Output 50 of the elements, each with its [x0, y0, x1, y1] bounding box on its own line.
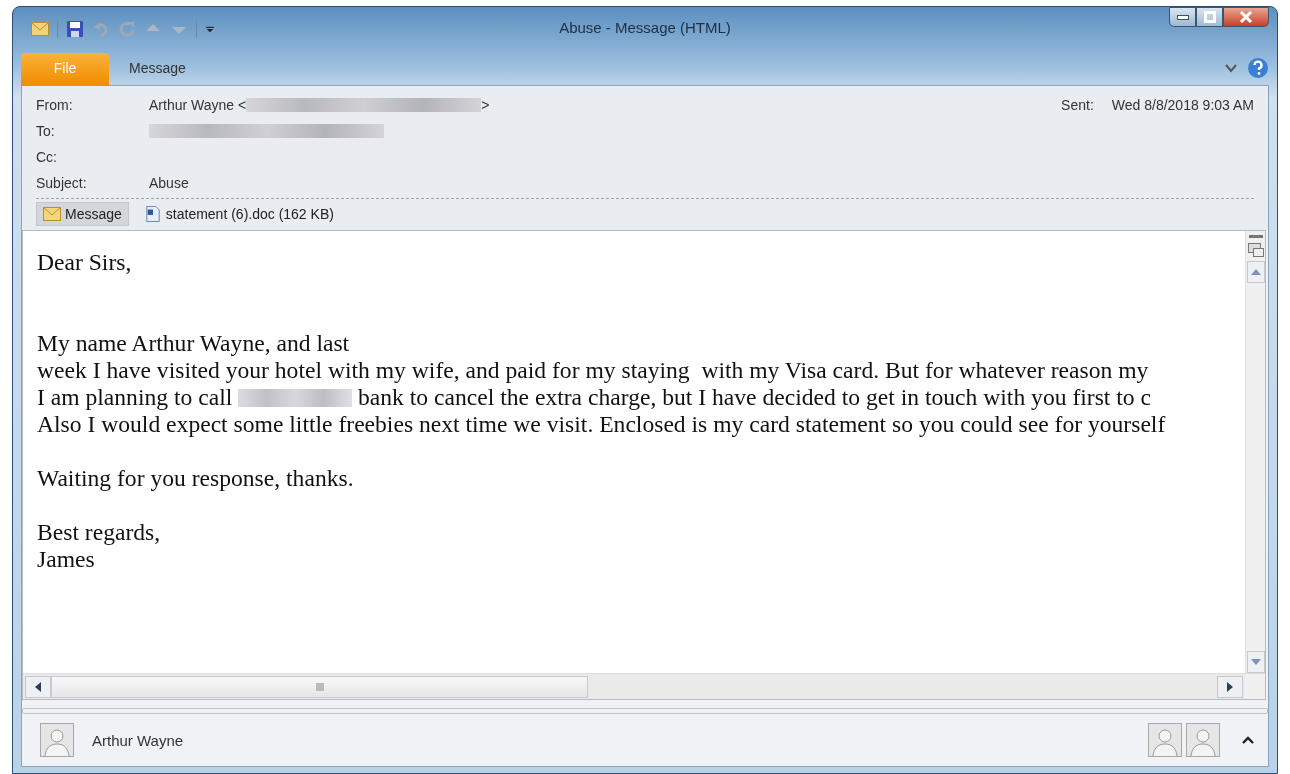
field-value: Arthur Wayne <	[149, 97, 247, 113]
field-label: To:	[36, 123, 56, 139]
avatar-icon	[1186, 723, 1220, 757]
scroll-left-button[interactable]	[25, 675, 51, 698]
ribbon-tab[interactable]: Message	[113, 53, 202, 85]
body-text: week I have visited your hotel with my wife, and paid for my staying with my Visa card. But for whatever reason my	[37, 357, 1150, 384]
scroll-right-button[interactable]	[1217, 675, 1243, 698]
envelope-icon[interactable]	[31, 22, 49, 36]
contact-name: Arthur Wayne	[92, 731, 184, 749]
body-text: I am planning to call bank to cancel the extra charge, but I have decided to get in touch with you first to c	[37, 384, 1152, 411]
chevron-up-icon[interactable]	[1242, 736, 1254, 744]
field-value: >	[481, 97, 490, 113]
help-icon[interactable]	[1247, 57, 1269, 79]
document-icon	[143, 206, 162, 222]
right-arrow-icon	[1227, 681, 1233, 692]
down-arrow-icon	[1250, 659, 1261, 665]
scroll-up-button[interactable]	[1246, 261, 1265, 283]
grip-icon	[315, 682, 324, 691]
sent-date: Wed 8/8/2018 9:03 AM	[1111, 97, 1254, 113]
maximize-button[interactable]	[1196, 7, 1223, 27]
window-icon[interactable]	[1247, 243, 1264, 257]
chevron-down-icon[interactable]	[1225, 63, 1237, 73]
body-text: My name Arthur Wayne, and last	[37, 330, 351, 357]
scroll-thumb[interactable]	[51, 675, 588, 698]
left-arrow-icon	[35, 681, 41, 692]
avatar-icon	[1148, 723, 1182, 757]
body-text: Waiting for you response, thanks.	[37, 465, 355, 492]
body-text: Dear Sirs,	[37, 249, 133, 276]
body-text: James	[37, 546, 96, 573]
field-label: Cc:	[36, 149, 58, 165]
body-text: Also I would expect some little freebies next time we visit. Enclosed is my card statement so you could see for yourself	[37, 411, 1167, 438]
field-value: Abuse	[149, 175, 189, 191]
maximize-icon	[1203, 11, 1216, 23]
up-arrow-icon	[1250, 269, 1261, 275]
save-icon[interactable]	[66, 20, 84, 38]
close-icon	[1239, 11, 1253, 23]
envelope-icon	[43, 207, 61, 221]
body-text: Best regards,	[37, 519, 162, 546]
field-label: From:	[36, 97, 74, 113]
minimize-icon	[1176, 14, 1189, 20]
field-label: Subject:	[36, 175, 88, 191]
close-button[interactable]	[1223, 7, 1269, 27]
avatar-icon	[40, 723, 74, 757]
split-bar-icon[interactable]	[1248, 235, 1263, 239]
message-tab[interactable]: Message	[36, 202, 129, 226]
minimize-button[interactable]	[1169, 7, 1196, 27]
window-title: Abuse - Message (HTML)	[559, 19, 731, 36]
sent-label: Sent:	[1061, 97, 1094, 113]
scroll-down-button[interactable]	[1246, 651, 1265, 673]
attachment-link[interactable]: statement (6).doc (162 KB)	[136, 202, 341, 226]
